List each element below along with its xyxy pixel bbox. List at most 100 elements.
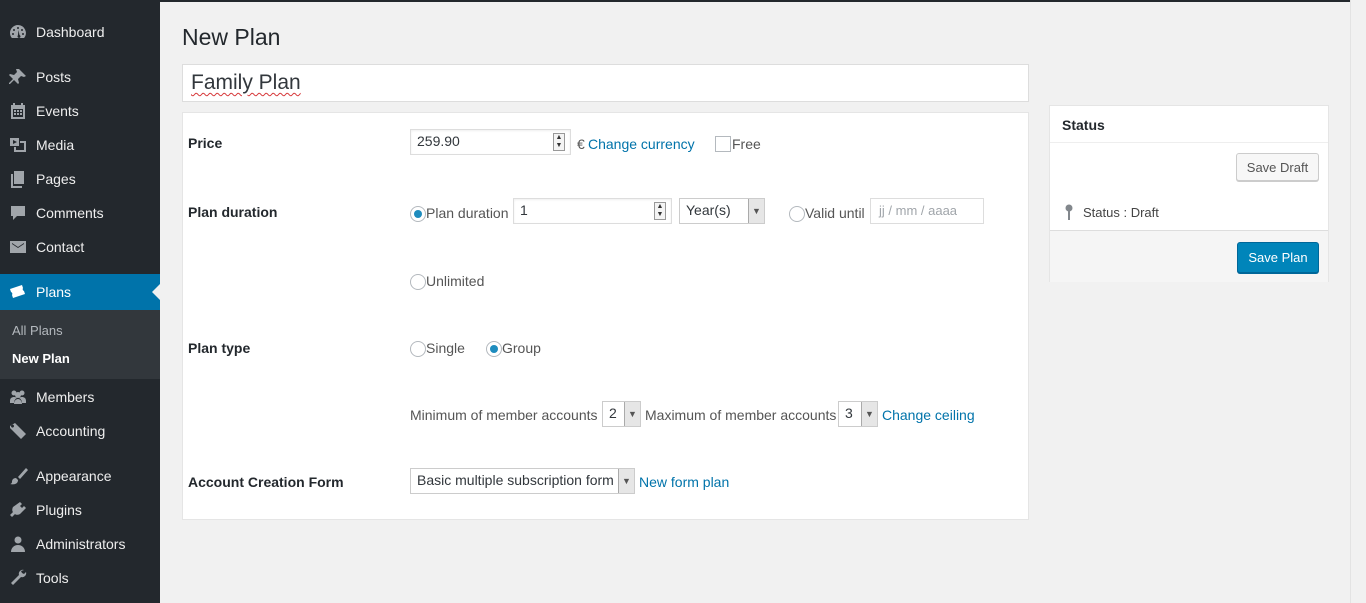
sidebar-item-contact[interactable]: Contact [0,230,160,264]
comment-icon [0,203,36,223]
new-form-plan-link[interactable]: New form plan [639,474,729,490]
user-icon [0,534,36,554]
sidebar-item-label: Comments [36,205,104,221]
plans-submenu: All Plans New Plan [0,310,160,379]
price-input[interactable]: 259.90 ▲ ▼ [410,129,571,155]
valid-until-radio[interactable] [789,206,805,222]
max-accounts-value: 3 [845,405,853,421]
valid-until-date-input[interactable]: jj / mm / aaaa [870,198,984,224]
sidebar-item-label: Accounting [36,423,106,439]
sidebar-item-events[interactable]: Events [0,94,160,128]
min-accounts-label: Minimum of member accounts [410,407,598,423]
brush-icon [0,466,36,486]
save-plan-button[interactable]: Save Plan [1237,242,1319,273]
tickets-icon [0,282,36,302]
sidebar-item-label: Plugins [36,502,82,518]
submenu-all-plans[interactable]: All Plans [12,323,63,338]
group-radio[interactable] [486,341,502,357]
currency-symbol: € [577,136,585,152]
account-creation-form-label: Account Creation Form [188,474,344,490]
sidebar-item-label: Pages [36,171,76,187]
change-currency-link[interactable]: Change currency [588,136,695,152]
group-label: Group [502,340,541,356]
chevron-down-icon: ▼ [624,402,640,426]
mail-icon [0,237,36,257]
min-accounts-value: 2 [609,405,617,421]
dashboard-icon [0,22,36,42]
sidebar-item-label: Administrators [36,536,126,552]
free-checkbox[interactable] [715,136,731,152]
status-box: Status Save Draft Status : Draft Save Pl… [1049,105,1329,282]
sidebar-item-comments[interactable]: Comments [0,196,160,230]
active-indicator [152,284,160,300]
sidebar-item-plans[interactable]: Plans [0,274,160,310]
plan-form-box: Price 259.90 ▲ ▼ € Change currency Free P… [182,112,1029,520]
date-placeholder: jj / mm / aaaa [879,203,958,218]
duration-spinner[interactable]: ▲ ▼ [654,202,666,220]
change-ceiling-link[interactable]: Change ceiling [882,407,975,423]
sidebar-item-label: Tools [36,570,69,586]
price-label: Price [188,135,223,151]
sidebar-item-label: Appearance [36,468,112,484]
status-box-footer: Save Plan [1050,230,1328,282]
sidebar-item-label: Contact [36,239,85,255]
sidebar-item-label: Media [36,137,75,153]
sidebar-item-accounting[interactable]: Accounting [0,414,160,448]
sidebar-item-administrators[interactable]: Administrators [0,527,160,561]
max-accounts-select[interactable]: 3 ▼ [838,401,878,427]
duration-unit-select[interactable]: Year(s) ▼ [679,198,765,224]
sidebar-item-members[interactable]: Members [0,380,160,414]
window-scrollbar[interactable] [1350,0,1366,603]
admin-sidebar: Dashboard Posts Events Media Pages Comme… [0,0,160,603]
sidebar-item-dashboard[interactable]: Dashboard [0,15,160,49]
sidebar-item-tools[interactable]: Tools [0,561,160,595]
wrench-icon [0,568,36,588]
sidebar-item-label: Dashboard [36,24,105,40]
chevron-down-icon: ▼ [618,469,634,493]
plan-title-input[interactable]: Family Plan [182,64,1029,102]
sidebar-item-plugins[interactable]: Plugins [0,493,160,527]
calendar-icon [0,101,36,121]
min-accounts-select[interactable]: 2 ▼ [602,401,641,427]
sidebar-item-label: Members [36,389,95,405]
duration-unit-value: Year(s) [686,202,731,218]
sidebar-item-pages[interactable]: Pages [0,162,160,196]
sidebar-item-posts[interactable]: Posts [0,60,160,94]
sidebar-item-media[interactable]: Media [0,128,160,162]
pin-icon [1065,204,1073,220]
top-border [160,0,1350,2]
pin-icon [0,67,36,87]
chevron-down-icon: ▼ [748,199,764,223]
account-form-select[interactable]: Basic multiple subscription form ▼ [410,468,635,494]
plan-duration-radio-label: Plan duration [426,205,509,221]
unlimited-radio[interactable] [410,274,426,290]
media-icon [0,135,36,155]
plan-duration-radio[interactable] [410,206,426,222]
valid-until-label: Valid until [805,205,865,221]
max-accounts-label: Maximum of member accounts [645,407,837,423]
plugin-icon [0,500,36,520]
tag-icon [0,421,36,441]
save-draft-button[interactable]: Save Draft [1236,153,1319,181]
submenu-new-plan[interactable]: New Plan [12,351,70,366]
pages-icon [0,169,36,189]
plan-type-label: Plan type [188,340,251,356]
plan-duration-label: Plan duration [188,204,278,220]
unlimited-label: Unlimited [426,273,485,289]
status-line: Status : Draft [1062,204,1159,220]
sidebar-item-label: Plans [36,284,72,300]
groups-icon [0,387,36,407]
duration-input[interactable]: 1 ▲ ▼ [513,198,672,224]
price-spinner[interactable]: ▲ ▼ [553,133,565,151]
single-radio[interactable] [410,341,426,357]
plan-title-text: Family Plan [191,71,301,94]
account-form-value: Basic multiple subscription form [417,472,614,488]
sidebar-item-label: Events [36,103,79,119]
sidebar-item-appearance[interactable]: Appearance [0,459,160,493]
single-label: Single [426,340,465,356]
chevron-down-icon: ▼ [861,402,877,426]
status-text: Status : Draft [1083,204,1159,220]
status-box-title: Status [1050,106,1328,143]
duration-value: 1 [520,202,528,218]
free-label: Free [732,136,761,152]
